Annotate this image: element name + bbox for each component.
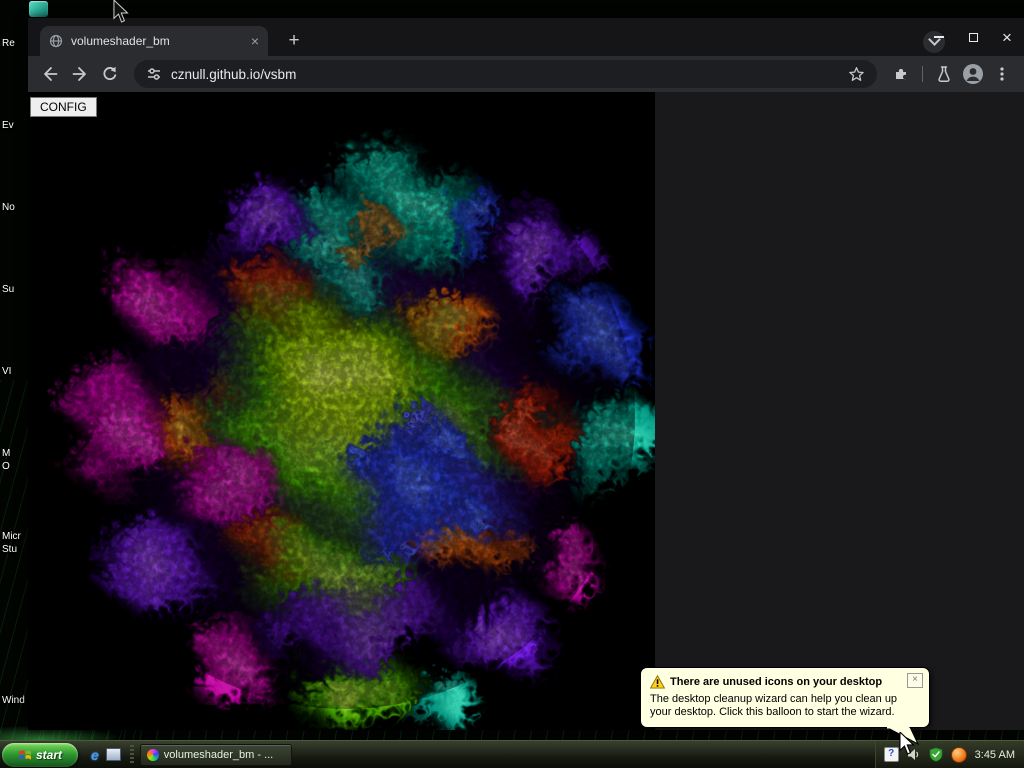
config-button[interactable]: CONFIG <box>30 97 97 117</box>
back-button[interactable] <box>36 60 64 88</box>
desktop-icon-label[interactable]: Wind <box>2 695 28 706</box>
page-content: CONFIG <box>28 92 1024 730</box>
arrow-left-icon <box>44 67 58 81</box>
desktop-icon-label[interactable]: M <box>2 448 28 459</box>
address-bar[interactable]: cznull.github.io/vsbm <box>134 60 877 88</box>
tab-strip: volumeshader_bm × + × <box>28 18 1024 56</box>
start-label: start <box>35 747 62 762</box>
flask-icon <box>938 66 950 82</box>
help-icon[interactable]: ? <box>883 747 899 762</box>
quick-launch: e <box>84 748 128 762</box>
desktop-icon-label[interactable]: Su <box>2 284 28 295</box>
warning-icon <box>650 675 665 689</box>
desktop-icon-label[interactable]: Micr <box>2 531 28 542</box>
extensions-button[interactable] <box>887 60 915 88</box>
mouse-cursor <box>113 0 129 23</box>
url-text: cznull.github.io/vsbm <box>171 66 297 82</box>
volume-render <box>48 125 655 730</box>
forward-button[interactable] <box>66 60 94 88</box>
show-desktop-icon[interactable] <box>105 748 121 761</box>
globe-favicon <box>49 34 63 48</box>
notification-balloon[interactable]: There are unused icons on your desktop ×… <box>640 667 930 745</box>
reload-icon <box>103 66 117 81</box>
shield-icon[interactable] <box>929 747 943 762</box>
page-background <box>655 92 1024 730</box>
desktop-icon-label[interactable]: Stu <box>2 544 28 555</box>
task-button[interactable]: volumeshader_bm - ... <box>139 743 292 766</box>
tab-title: volumeshader_bm <box>71 34 170 48</box>
balloon-close-button[interactable]: × <box>907 673 923 688</box>
maximize-icon <box>968 32 978 42</box>
avatar-icon <box>963 64 983 84</box>
bookmark-star-icon[interactable] <box>848 66 865 83</box>
browser-window: volumeshader_bm × + × cznull.github.io/v… <box>28 18 1024 730</box>
tray-clock[interactable]: 3:45 AM <box>975 749 1015 761</box>
desktop-icon-label[interactable]: No <box>2 202 28 213</box>
balloon-header: There are unused icons on your desktop <box>650 675 920 689</box>
minimize-icon <box>934 36 944 38</box>
desktop-icon-label[interactable]: O <box>2 461 28 472</box>
windows-flag-icon <box>18 749 31 759</box>
balloon-title: There are unused icons on your desktop <box>670 676 883 688</box>
site-info-icon[interactable] <box>146 66 162 82</box>
taskbar: start e volumeshader_bm - ... ? 3:45 AM <box>0 740 1024 768</box>
profile-button[interactable] <box>960 61 986 87</box>
minimize-button[interactable] <box>922 18 956 56</box>
internet-explorer-icon[interactable]: e <box>91 748 99 762</box>
close-button[interactable]: × <box>990 18 1024 56</box>
alert-status-icon[interactable] <box>950 746 967 763</box>
desktop-shortcut-icon[interactable] <box>29 1 48 17</box>
desktop: Re Ev No Su VI M O Micr Stu Wind volumes… <box>0 0 1024 768</box>
balloon-body: The desktop cleanup wizard can help you … <box>650 693 898 718</box>
maximize-button[interactable] <box>956 18 990 56</box>
mouse-cursor <box>899 732 915 755</box>
puzzle-icon <box>896 68 906 80</box>
task-button-label: volumeshader_bm - ... <box>163 748 274 761</box>
three-dot-menu-icon <box>1000 67 1004 81</box>
new-tab-button[interactable]: + <box>282 29 306 53</box>
browser-toolbar: cznull.github.io/vsbm <box>28 56 1024 92</box>
toolbar-separator <box>922 66 923 82</box>
experiments-button[interactable] <box>930 60 958 88</box>
menu-button[interactable] <box>988 60 1016 88</box>
webgl-canvas[interactable]: CONFIG <box>28 92 655 730</box>
arrow-right-icon <box>72 67 86 81</box>
desktop-icon-label[interactable]: VI <box>2 366 28 377</box>
desktop-icon-label[interactable]: Re <box>2 38 28 49</box>
taskbar-grip <box>129 744 134 765</box>
window-controls: × <box>922 18 1024 56</box>
browser-tab[interactable]: volumeshader_bm × <box>40 26 268 56</box>
close-icon: × <box>1002 27 1012 47</box>
start-button[interactable]: start <box>2 742 78 767</box>
tab-close-icon[interactable]: × <box>251 34 259 48</box>
desktop-icon-label[interactable]: Ev <box>2 120 28 131</box>
reload-button[interactable] <box>96 60 124 88</box>
balloon-box: There are unused icons on your desktop ×… <box>640 667 930 728</box>
task-favicon <box>146 748 159 761</box>
